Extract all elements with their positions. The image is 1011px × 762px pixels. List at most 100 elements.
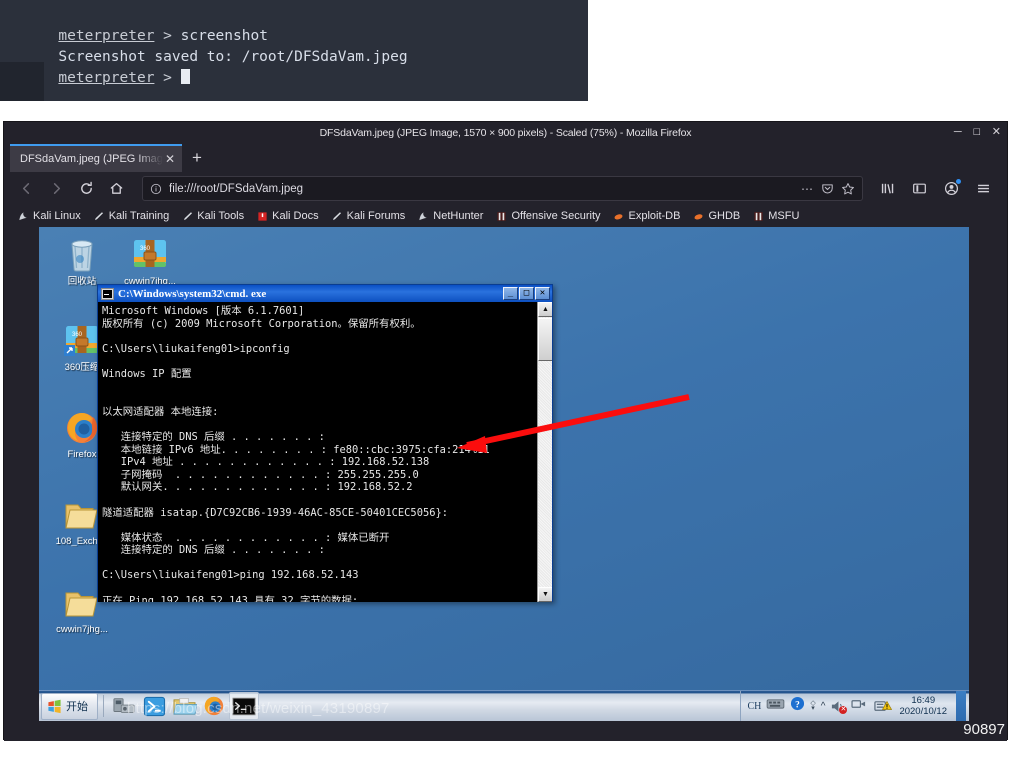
- terminal-line: meterpreter > screenshot: [6, 5, 588, 44]
- taskbar-clock[interactable]: 16:49 2020/10/12: [895, 695, 951, 717]
- bookmark-label: Kali Forums: [346, 210, 406, 222]
- cmd-titlebar[interactable]: C:\Windows\system32\cmd. exe _ □ ✕: [98, 285, 552, 302]
- forward-icon[interactable]: [42, 175, 70, 203]
- pocket-icon[interactable]: [821, 182, 834, 195]
- volume-icon[interactable]: ✕: [830, 699, 848, 714]
- maximize-icon[interactable]: ☐: [973, 128, 981, 137]
- account-icon[interactable]: [937, 175, 965, 203]
- watermark: https://blog.csdn.net/weixin_43190897: [127, 700, 390, 717]
- flame-icon: [613, 210, 625, 222]
- start-button[interactable]: 开始: [41, 692, 98, 720]
- keyboard-icon[interactable]: [766, 697, 785, 715]
- new-tab-button[interactable]: +: [182, 144, 212, 172]
- taskbar-separator: [103, 695, 104, 717]
- cmd-window[interactable]: C:\Windows\system32\cmd. exe _ □ ✕ Micro…: [97, 284, 553, 602]
- scroll-down-icon[interactable]: ▼: [538, 587, 552, 602]
- screenshot-root: meterpreter > screenshot Screenshot save…: [0, 0, 1011, 762]
- bookmark-ghdb[interactable]: GHDB: [688, 210, 748, 222]
- cmd-output: Microsoft Windows [版本 6.1.7601] 版权所有 (c)…: [102, 305, 490, 602]
- bookmark-label: MSFU: [768, 210, 800, 222]
- bookmark-star-icon[interactable]: [841, 182, 855, 196]
- reload-icon[interactable]: [72, 175, 100, 203]
- url-bar[interactable]: file:///root/DFSdaVam.jpeg ⋯: [142, 176, 863, 201]
- url-input[interactable]: file:///root/DFSdaVam.jpeg: [169, 183, 794, 195]
- navigation-toolbar: file:///root/DFSdaVam.jpeg ⋯: [4, 172, 1007, 205]
- bookmark-offensive-security[interactable]: Offensive Security: [491, 210, 608, 222]
- bookmark-kali-linux[interactable]: Kali Linux: [13, 210, 89, 222]
- bookmark-kali-forums[interactable]: Kali Forums: [327, 210, 414, 222]
- terminal-prompt: meterpreter: [58, 70, 155, 86]
- pen-icon: [181, 210, 193, 222]
- bookmark-label: NetHunter: [433, 210, 484, 222]
- tab-close-icon[interactable]: ✕: [165, 152, 175, 166]
- account-badge: [956, 178, 961, 184]
- terminal-cursor: [180, 69, 190, 84]
- window-title: DFSdaVam.jpeg (JPEG Image, 1570 × 900 pi…: [319, 126, 692, 139]
- expand-tray-icon[interactable]: ^: [821, 701, 826, 712]
- bookmark-label: Offensive Security: [511, 210, 601, 222]
- svg-text:360: 360: [72, 332, 83, 338]
- bookmarks-toolbar: Kali Linux Kali Training Kali Tools Kali…: [4, 205, 1007, 227]
- terminal-command: screenshot: [180, 28, 268, 44]
- cmd-body[interactable]: Microsoft Windows [版本 6.1.7601] 版权所有 (c)…: [98, 302, 552, 602]
- cmd-minimize-icon[interactable]: _: [503, 287, 518, 300]
- svg-text:?: ?: [796, 700, 801, 710]
- tab-label: DFSdaVam.jpeg (JPEG Imag: [20, 153, 163, 165]
- columns-icon: [495, 210, 507, 222]
- window-controls: ─ ☐ ✕: [954, 122, 1001, 143]
- desktop-icon-label: cwwin7jhg...: [56, 624, 108, 635]
- cmd-window-icon: [101, 287, 114, 300]
- bookmark-exploit-db[interactable]: Exploit-DB: [609, 210, 689, 222]
- show-desktop-button[interactable]: [956, 690, 966, 721]
- windows-logo-icon: [48, 699, 61, 713]
- svg-text:360: 360: [140, 246, 151, 252]
- browser-content: 回收站 360 cwwin7jhg... 360 360压缩 Firefox 1…: [4, 227, 1007, 741]
- book-icon: [256, 210, 268, 222]
- desktop-icon-cwwin7jhg-rar[interactable]: 360 cwwin7jhg...: [107, 229, 193, 287]
- show-hidden-icons-icon[interactable]: ◇ ▾: [810, 700, 815, 712]
- sidebar-icon[interactable]: [905, 175, 933, 203]
- page-info-icon[interactable]: [150, 183, 162, 195]
- bookmark-nethunter[interactable]: NetHunter: [413, 210, 491, 222]
- bookmark-msfu[interactable]: MSFU: [748, 210, 807, 222]
- library-icon[interactable]: [873, 175, 901, 203]
- pen-icon: [93, 210, 105, 222]
- dragon-icon: [417, 210, 429, 222]
- menu-icon[interactable]: [969, 175, 997, 203]
- page-actions-icon[interactable]: ⋯: [801, 182, 814, 196]
- minimize-icon[interactable]: ─: [954, 127, 962, 138]
- clock-date: 2020/10/12: [899, 706, 947, 717]
- bookmark-label: Kali Training: [108, 210, 170, 222]
- cmd-scrollbar[interactable]: ▲ ▼: [537, 302, 552, 602]
- viewed-image[interactable]: 回收站 360 cwwin7jhg... 360 360压缩 Firefox 1…: [39, 227, 969, 721]
- bookmark-kali-training[interactable]: Kali Training: [89, 210, 178, 222]
- firefox-titlebar[interactable]: DFSdaVam.jpeg (JPEG Image, 1570 × 900 pi…: [4, 122, 1007, 143]
- dragon-icon: [17, 210, 29, 222]
- close-icon[interactable]: ✕: [992, 127, 1001, 138]
- watermark-tail: 90897: [963, 721, 1005, 738]
- bookmark-label: GHDB: [708, 210, 741, 222]
- bookmark-label: Kali Tools: [197, 210, 245, 222]
- meterpreter-terminal[interactable]: meterpreter > screenshot Screenshot save…: [0, 0, 588, 101]
- cmd-close-icon[interactable]: ✕: [535, 287, 550, 300]
- terminal-output: Screenshot saved to: /root/DFSdaVam.jpeg: [58, 49, 408, 65]
- ime-indicator[interactable]: CH: [747, 701, 761, 712]
- scroll-up-icon[interactable]: ▲: [538, 302, 552, 317]
- scrollbar-thumb[interactable]: [538, 318, 552, 361]
- network-icon[interactable]: [851, 697, 868, 716]
- bookmark-kali-docs[interactable]: Kali Docs: [252, 210, 326, 222]
- terminal-gt: >: [154, 70, 181, 86]
- help-icon[interactable]: ?: [790, 696, 805, 716]
- pen-icon: [331, 210, 343, 222]
- back-icon[interactable]: [12, 175, 40, 203]
- terminal-prompt: meterpreter: [58, 28, 155, 44]
- tab-strip: DFSdaVam.jpeg (JPEG Imag ✕ +: [4, 143, 1007, 172]
- action-center-icon[interactable]: [873, 697, 893, 715]
- bookmark-label: Exploit-DB: [628, 210, 681, 222]
- terminal-artifact: [0, 62, 44, 101]
- bookmark-kali-tools[interactable]: Kali Tools: [177, 210, 252, 222]
- warning-badge: [882, 697, 893, 715]
- home-icon[interactable]: [102, 175, 130, 203]
- tab-dfsdavam[interactable]: DFSdaVam.jpeg (JPEG Imag ✕: [10, 144, 182, 172]
- cmd-maximize-icon[interactable]: □: [519, 287, 534, 300]
